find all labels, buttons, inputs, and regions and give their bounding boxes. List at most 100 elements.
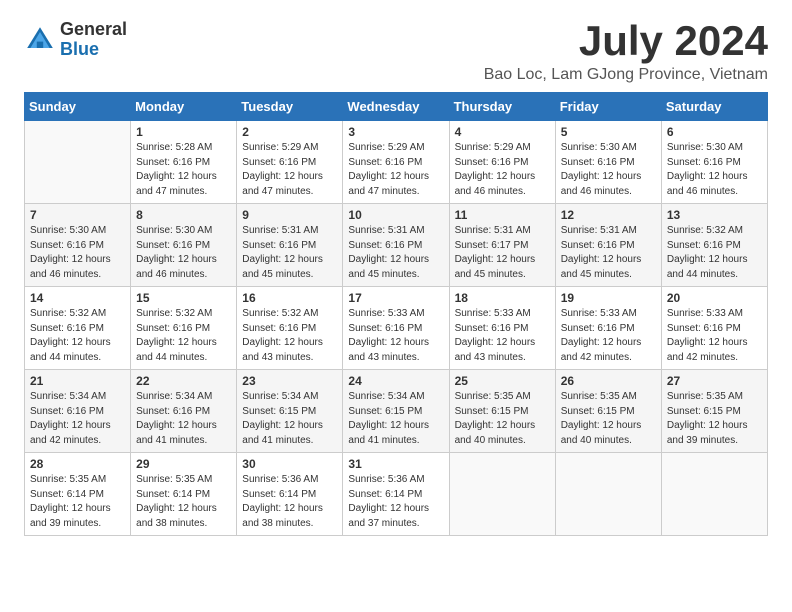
calendar-cell: 8 Sunrise: 5:30 AM Sunset: 6:16 PM Daylig… [131, 204, 237, 287]
day-info: Sunrise: 5:35 AM Sunset: 6:15 PM Dayligh… [455, 390, 550, 448]
day-number: 20 [667, 291, 762, 305]
logo-general-text: General [60, 20, 127, 40]
day-info: Sunrise: 5:34 AM Sunset: 6:15 PM Dayligh… [242, 390, 337, 448]
calendar-cell: 17Sunrise: 5:33 AM Sunset: 6:16 PM Dayli… [343, 287, 449, 370]
day-info: Sunrise: 5:32 AM Sunset: 6:16 PM Dayligh… [667, 224, 762, 282]
calendar-cell: 6Sunrise: 5:30 AM Sunset: 6:16 PM Daylig… [661, 121, 767, 204]
day-info: Sunrise: 5:33 AM Sunset: 6:16 PM Dayligh… [561, 307, 656, 365]
calendar-header: SundayMondayTuesdayWednesdayThursdayFrid… [25, 93, 768, 121]
title-area: July 2024 Bao Loc, Lam GJong Province, V… [484, 20, 768, 84]
calendar-cell: 10 Sunrise: 5:31 AM Sunset: 6:16 PM Dayli… [343, 204, 449, 287]
day-info: Sunrise: 5:34 AM Sunset: 6:16 PM Dayligh… [30, 390, 125, 448]
day-number: 17 [348, 291, 443, 305]
day-number: 9 [242, 208, 337, 222]
calendar-table: SundayMondayTuesdayWednesdayThursdayFrid… [24, 92, 768, 536]
col-header-thursday: Thursday [449, 93, 555, 121]
logo-text: General Blue [60, 20, 127, 60]
col-header-saturday: Saturday [661, 93, 767, 121]
day-number: 4 [455, 125, 550, 139]
calendar-cell: 19 Sunrise: 5:33 AM Sunset: 6:16 PM Dayli… [555, 287, 661, 370]
calendar-body: 1 Sunrise: 5:28 AM Sunset: 6:16 PM Daylig… [25, 121, 768, 536]
day-number: 6 [667, 125, 762, 139]
col-header-friday: Friday [555, 93, 661, 121]
day-number: 3 [348, 125, 443, 139]
day-number: 16 [242, 291, 337, 305]
calendar-cell: 30Sunrise: 5:36 AM Sunset: 6:14 PM Dayli… [237, 453, 343, 536]
calendar-cell: 25 Sunrise: 5:35 AM Sunset: 6:15 PM Dayli… [449, 370, 555, 453]
day-number: 21 [30, 374, 125, 388]
day-number: 24 [348, 374, 443, 388]
day-info: Sunrise: 5:34 AM Sunset: 6:15 PM Dayligh… [348, 390, 443, 448]
day-info: Sunrise: 5:30 AM Sunset: 6:16 PM Dayligh… [136, 224, 231, 282]
day-number: 11 [455, 208, 550, 222]
calendar-cell: 20 Sunrise: 5:33 AM Sunset: 6:16 PM Dayli… [661, 287, 767, 370]
calendar-cell: 22 Sunrise: 5:34 AM Sunset: 6:16 PM Dayli… [131, 370, 237, 453]
calendar-cell: 12 Sunrise: 5:31 AM Sunset: 6:16 PM Dayli… [555, 204, 661, 287]
day-number: 19 [561, 291, 656, 305]
calendar-cell [555, 453, 661, 536]
day-info: Sunrise: 5:29 AM Sunset: 6:16 PM Dayligh… [348, 141, 443, 199]
col-header-tuesday: Tuesday [237, 93, 343, 121]
calendar-cell: 18Sunrise: 5:33 AM Sunset: 6:16 PM Dayli… [449, 287, 555, 370]
day-info: Sunrise: 5:32 AM Sunset: 6:16 PM Dayligh… [242, 307, 337, 365]
day-number: 2 [242, 125, 337, 139]
day-info: Sunrise: 5:35 AM Sunset: 6:14 PM Dayligh… [30, 473, 125, 531]
calendar-cell: 16 Sunrise: 5:32 AM Sunset: 6:16 PM Dayli… [237, 287, 343, 370]
week-row: 1 Sunrise: 5:28 AM Sunset: 6:16 PM Daylig… [25, 121, 768, 204]
main-title: July 2024 [484, 20, 768, 62]
day-number: 29 [136, 457, 231, 471]
calendar-cell: 15Sunrise: 5:32 AM Sunset: 6:16 PM Dayli… [131, 287, 237, 370]
day-info: Sunrise: 5:31 AM Sunset: 6:17 PM Dayligh… [455, 224, 550, 282]
day-number: 10 [348, 208, 443, 222]
day-info: Sunrise: 5:34 AM Sunset: 6:16 PM Dayligh… [136, 390, 231, 448]
day-number: 1 [136, 125, 231, 139]
day-info: Sunrise: 5:30 AM Sunset: 6:16 PM Dayligh… [561, 141, 656, 199]
calendar-cell: 21 Sunrise: 5:34 AM Sunset: 6:16 PM Dayli… [25, 370, 131, 453]
calendar-cell: 11 Sunrise: 5:31 AM Sunset: 6:17 PM Dayli… [449, 204, 555, 287]
calendar-cell: 31Sunrise: 5:36 AM Sunset: 6:14 PM Dayli… [343, 453, 449, 536]
day-info: Sunrise: 5:36 AM Sunset: 6:14 PM Dayligh… [348, 473, 443, 531]
calendar-cell: 5 Sunrise: 5:30 AM Sunset: 6:16 PM Daylig… [555, 121, 661, 204]
calendar-cell [25, 121, 131, 204]
day-info: Sunrise: 5:28 AM Sunset: 6:16 PM Dayligh… [136, 141, 231, 199]
week-row: 28Sunrise: 5:35 AM Sunset: 6:14 PM Dayli… [25, 453, 768, 536]
day-number: 15 [136, 291, 231, 305]
calendar-cell: 13 Sunrise: 5:32 AM Sunset: 6:16 PM Dayli… [661, 204, 767, 287]
day-number: 25 [455, 374, 550, 388]
day-number: 23 [242, 374, 337, 388]
logo-icon [24, 24, 56, 56]
calendar-cell: 14Sunrise: 5:32 AM Sunset: 6:16 PM Dayli… [25, 287, 131, 370]
header: General Blue July 2024 Bao Loc, Lam GJon… [24, 20, 768, 84]
day-number: 8 [136, 208, 231, 222]
calendar-cell: 4 Sunrise: 5:29 AM Sunset: 6:16 PM Daylig… [449, 121, 555, 204]
subtitle: Bao Loc, Lam GJong Province, Vietnam [484, 66, 768, 84]
day-info: Sunrise: 5:29 AM Sunset: 6:16 PM Dayligh… [455, 141, 550, 199]
calendar-cell: 9 Sunrise: 5:31 AM Sunset: 6:16 PM Daylig… [237, 204, 343, 287]
day-number: 18 [455, 291, 550, 305]
day-number: 12 [561, 208, 656, 222]
calendar-cell: 29 Sunrise: 5:35 AM Sunset: 6:14 PM Dayli… [131, 453, 237, 536]
day-number: 22 [136, 374, 231, 388]
calendar-cell: 28Sunrise: 5:35 AM Sunset: 6:14 PM Dayli… [25, 453, 131, 536]
day-info: Sunrise: 5:33 AM Sunset: 6:16 PM Dayligh… [667, 307, 762, 365]
week-row: 14Sunrise: 5:32 AM Sunset: 6:16 PM Dayli… [25, 287, 768, 370]
col-header-wednesday: Wednesday [343, 93, 449, 121]
day-number: 5 [561, 125, 656, 139]
day-info: Sunrise: 5:31 AM Sunset: 6:16 PM Dayligh… [561, 224, 656, 282]
day-info: Sunrise: 5:31 AM Sunset: 6:16 PM Dayligh… [348, 224, 443, 282]
day-info: Sunrise: 5:35 AM Sunset: 6:15 PM Dayligh… [667, 390, 762, 448]
day-info: Sunrise: 5:31 AM Sunset: 6:16 PM Dayligh… [242, 224, 337, 282]
week-row: 7Sunrise: 5:30 AM Sunset: 6:16 PM Daylig… [25, 204, 768, 287]
calendar-cell: 2Sunrise: 5:29 AM Sunset: 6:16 PM Daylig… [237, 121, 343, 204]
calendar-cell: 24 Sunrise: 5:34 AM Sunset: 6:15 PM Dayli… [343, 370, 449, 453]
logo: General Blue [24, 20, 127, 60]
day-number: 27 [667, 374, 762, 388]
day-info: Sunrise: 5:32 AM Sunset: 6:16 PM Dayligh… [30, 307, 125, 365]
day-number: 13 [667, 208, 762, 222]
calendar-cell [449, 453, 555, 536]
calendar-cell: 27 Sunrise: 5:35 AM Sunset: 6:15 PM Dayli… [661, 370, 767, 453]
week-row: 21 Sunrise: 5:34 AM Sunset: 6:16 PM Dayli… [25, 370, 768, 453]
day-info: Sunrise: 5:35 AM Sunset: 6:14 PM Dayligh… [136, 473, 231, 531]
col-header-monday: Monday [131, 93, 237, 121]
day-info: Sunrise: 5:30 AM Sunset: 6:16 PM Dayligh… [30, 224, 125, 282]
